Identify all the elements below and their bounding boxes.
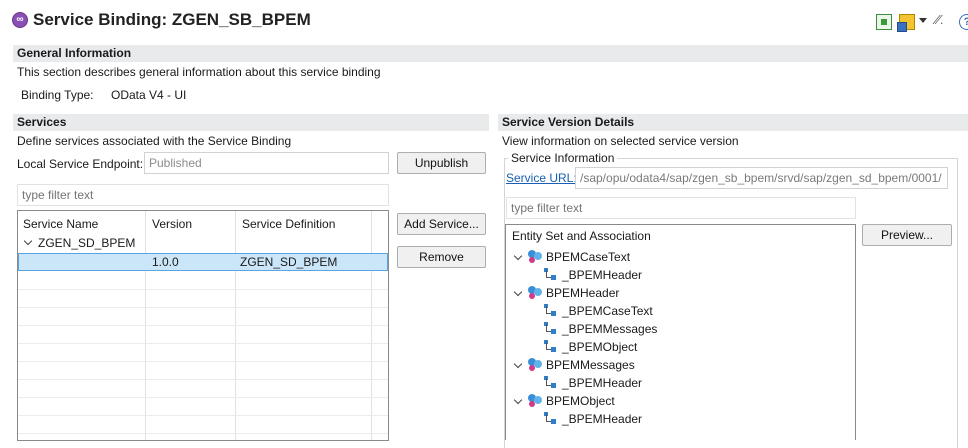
page-title: Service Binding: ZGEN_SB_BPEM [33,10,311,29]
tree-item-label: BPEMObject [546,394,615,408]
tree-item-bpemobject[interactable]: BPEMObject [506,393,855,411]
tree-item-bpemcasetext[interactable]: BPEMCaseText [506,249,855,267]
tree-item-association[interactable]: _BPEMMessages [506,321,855,339]
chevron-down-icon[interactable] [513,287,523,297]
definition-cell: ZGEN_SD_BPEM [240,255,338,269]
services-header[interactable]: Services [13,114,489,131]
association-icon [544,376,556,390]
general-information-header[interactable]: General Information [13,45,968,62]
unpublish-button[interactable]: Unpublish [397,152,486,174]
entity-set-icon [528,286,542,300]
service-information-label: Service Information [508,151,618,165]
tree-item-association[interactable]: _BPEMObject [506,339,855,357]
tree-item-bpemmessages[interactable]: BPEMMessages [506,357,855,375]
entity-set-icon [528,394,542,408]
column-header-version[interactable]: Version [152,217,192,231]
add-service-button[interactable]: Add Service... [397,213,486,235]
chevron-down-icon[interactable] [513,395,523,405]
tree-item-label: BPEMCaseText [546,250,631,264]
chevron-down-icon[interactable] [513,359,523,369]
association-icon [544,304,556,318]
tree-item-association[interactable]: _BPEMHeader [506,375,855,393]
tree-item-label: _BPEMMessages [562,322,658,336]
preview-button[interactable]: Preview... [862,224,952,246]
service-url-field[interactable]: /sap/opu/odata4/sap/zgen_sb_bpem/srvd/sa… [575,167,948,189]
tree-item-label: BPEMHeader [546,286,620,300]
local-service-endpoint-label: Local Service Endpoint: [17,157,144,171]
tree-column-header: Entity Set and Association [512,229,651,243]
services-description: Define services associated with the Serv… [17,134,292,148]
service-version-details-header[interactable]: Service Version Details [498,114,968,131]
association-icon [544,340,556,354]
tree-item-association[interactable]: _BPEMHeader [506,267,855,285]
tree-item-label: _BPEMHeader [562,376,643,390]
entity-set-icon [528,358,542,372]
export-icon[interactable] [876,14,892,30]
service-version-description: View information on selected service ver… [502,134,739,148]
table-row[interactable]: 1.0.0 ZGEN_SD_BPEM [18,253,388,271]
version-cell: 1.0.0 [152,255,179,269]
service-binding-icon: ∞ [12,12,28,28]
tree-item-label: _BPEMHeader [562,412,643,426]
association-icon [544,412,556,426]
remove-button[interactable]: Remove [397,246,486,268]
general-description: This section describes general informati… [17,65,381,79]
entity-set-icon [528,250,542,264]
services-filter-input[interactable] [17,184,389,206]
tree-item-association[interactable]: _BPEMHeader [506,411,855,429]
entity-tree[interactable]: Entity Set and Association BPEMCaseText … [505,224,856,440]
binding-type-value: OData V4 - UI [111,88,187,102]
chevron-down-icon[interactable] [23,236,33,246]
services-table[interactable]: Service Name Version Service Definition … [17,210,389,441]
column-header-service-definition[interactable]: Service Definition [242,217,335,231]
service-url-link[interactable]: Service URL: [506,171,577,185]
binding-type-label: Binding Type: [21,88,94,102]
share-icon[interactable] [897,14,915,32]
tree-item-label: _BPEMObject [562,340,638,354]
entity-filter-input[interactable] [506,197,856,219]
tree-item-label: _BPEMHeader [562,268,643,282]
local-service-endpoint-field: Published [144,152,389,174]
help-icon[interactable]: ? [959,14,968,30]
chevron-down-icon[interactable] [513,251,523,261]
tree-item-label: BPEMMessages [546,358,635,372]
wand-icon[interactable]: ⁄⁄. [936,12,944,27]
association-icon [544,268,556,282]
tree-item-association[interactable]: _BPEMCaseText [506,303,855,321]
tree-item-bpemheader[interactable]: BPEMHeader [506,285,855,303]
column-header-service-name[interactable]: Service Name [23,217,98,231]
association-icon [544,322,556,336]
menu-chevron-icon[interactable] [919,18,927,23]
service-group-row[interactable]: ZGEN_SD_BPEM [38,236,135,250]
tree-item-label: _BPEMCaseText [562,304,653,318]
